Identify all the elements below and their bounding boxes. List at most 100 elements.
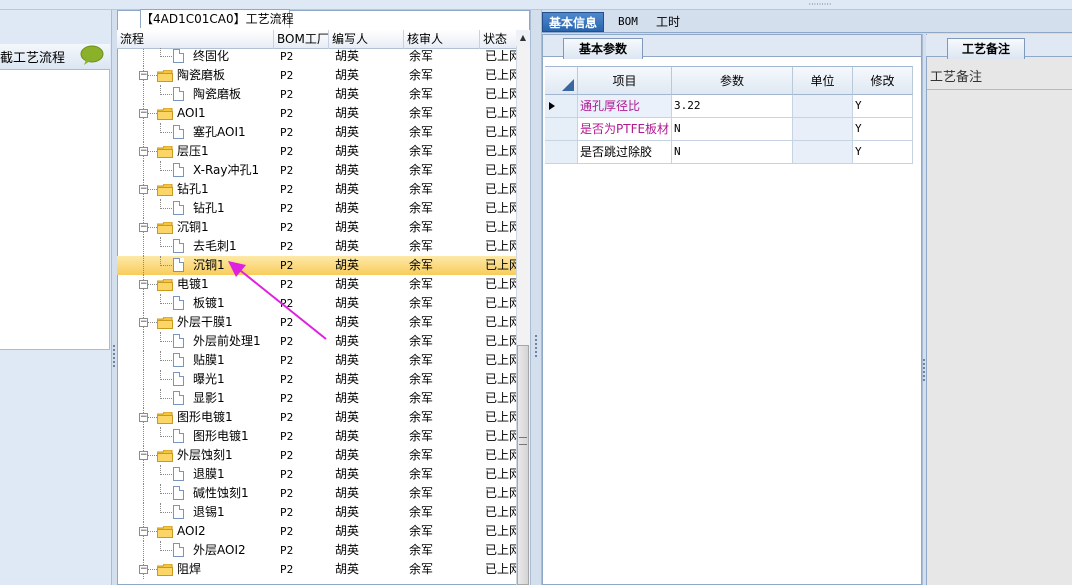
tree-node-step[interactable]: 显影1 P2 胡英 余军 已上网 [117,389,520,408]
collapse-icon[interactable]: − [139,565,148,574]
grid-header-unit[interactable]: 单位 [793,66,853,95]
collapse-icon[interactable]: − [139,318,148,327]
tree-guide-line [160,170,172,171]
tree-node-name-cell: 贴膜1 [117,351,274,370]
tree-node-label: 退膜1 [193,467,225,481]
cell-reviewer: 余军 [409,258,434,272]
tab-work-hours[interactable]: 工时 [650,12,686,32]
tree-node-step[interactable]: 贴膜1 P2 胡英 余军 已上网 [117,351,520,370]
cell-unit[interactable] [793,118,853,141]
tree-node-folder[interactable]: − 层压1 P2 胡英 余军 已上网 [117,142,520,161]
cell-value[interactable]: 3.22 [672,95,793,118]
folder-icon [157,222,173,234]
cell-bom: P2 [280,164,294,177]
cell-writer: 胡英 [335,353,360,367]
cell-item[interactable]: 是否为PTFE板材 [578,118,672,141]
column-header-reviewer[interactable]: 核审人 [404,30,480,49]
middle-splitter[interactable] [530,10,542,585]
notes-label: 工艺备注 [930,70,983,85]
tree-node-folder[interactable]: − 阻焊 P2 胡英 余军 已上网 [117,560,520,579]
tree-node-folder[interactable]: − 图形电镀1 P2 胡英 余军 已上网 [117,408,520,427]
column-header-status[interactable]: 状态 [480,30,520,49]
tree-node-step[interactable]: 钻孔1 P2 胡英 余军 已上网 [117,199,520,218]
collapse-icon[interactable]: − [139,527,148,536]
tab-bom[interactable]: BOM [612,12,644,32]
cell-item[interactable]: 是否跳过除胶 [578,141,672,164]
cell-bom: P2 [280,525,294,538]
cell-writer: 胡英 [335,125,360,139]
cell-value[interactable]: N [672,141,793,164]
tree-node-label: 图形电镀1 [177,410,233,424]
cell-writer: 胡英 [335,524,360,538]
folder-icon [157,146,173,158]
grid-header-value[interactable]: 参数 [672,66,793,95]
tree-node-step[interactable]: 陶瓷磨板 P2 胡英 余军 已上网 [117,85,520,104]
grid-header-item[interactable]: 项目 [578,66,672,95]
tree-node-name-cell: − 陶瓷磨板 [117,66,274,85]
cell-modify[interactable]: Y [853,95,913,118]
cell-reviewer: 余军 [409,410,434,424]
cell-status: 已上网 [485,277,520,291]
cell-writer: 胡英 [335,258,360,272]
collapse-icon[interactable]: − [139,109,148,118]
tab-basic-info[interactable]: 基本信息 [542,12,605,32]
grid-corner[interactable] [545,66,578,95]
collapse-icon[interactable]: − [139,223,148,232]
cell-reviewer: 余军 [409,125,434,139]
cell-unit[interactable] [793,95,853,118]
tree-node-step[interactable]: 退锡1 P2 胡英 余军 已上网 [117,503,520,522]
tree-node-folder[interactable]: − 沉铜1 P2 胡英 余军 已上网 [117,218,520,237]
tree-node-folder[interactable]: − 钻孔1 P2 胡英 余军 已上网 [117,180,520,199]
tree-node-step[interactable]: 图形电镀1 P2 胡英 余军 已上网 [117,427,520,446]
comment-icon[interactable] [80,45,104,65]
collapse-icon[interactable]: − [139,71,148,80]
grid-header-modify[interactable]: 修改 [853,66,913,95]
collapse-icon[interactable]: − [139,147,148,156]
cell-modify[interactable]: Y [853,141,913,164]
tree-guide-line [160,436,172,437]
tab-basic-params[interactable]: 基本参数 [563,38,643,59]
tab-process-notes[interactable]: 工艺备注 [947,38,1025,59]
splitter-grip-icon[interactable]: ········· [790,1,850,9]
document-icon [173,49,184,63]
cell-modify[interactable]: Y [853,118,913,141]
tree-node-name-cell: 去毛刺1 [117,237,274,256]
tree-node-step[interactable]: X-Ray冲孔1 P2 胡英 余军 已上网 [117,161,520,180]
collapse-icon[interactable]: − [139,280,148,289]
cell-status: 已上网 [485,144,520,158]
cell-item[interactable]: 通孔厚径比 [578,95,672,118]
sort-corner-icon [562,79,574,91]
tree-node-step[interactable]: 退膜1 P2 胡英 余军 已上网 [117,465,520,484]
cell-writer: 胡英 [335,486,360,500]
column-header-writer[interactable]: 编写人 [329,30,404,49]
tree-node-folder[interactable]: − 外层蚀刻1 P2 胡英 余军 已上网 [117,446,520,465]
cell-value[interactable]: N [672,118,793,141]
collapse-icon[interactable]: − [139,413,148,422]
tree-node-step[interactable]: 曝光1 P2 胡英 余军 已上网 [117,370,520,389]
tree-guide-line [160,56,172,57]
scroll-up-arrow-icon[interactable]: ▲ [516,30,530,46]
tree-scrollbar-thumb[interactable] [517,345,529,585]
tree-node-folder[interactable]: − AOI2 P2 胡英 余军 已上网 [117,522,520,541]
collapse-icon[interactable]: − [139,185,148,194]
tree-node-folder[interactable]: − 陶瓷磨板 P2 胡英 余军 已上网 [117,66,520,85]
tree-node-folder[interactable]: − AOI1 P2 胡英 余军 已上网 [117,104,520,123]
column-header-bom[interactable]: BOM工厂 [274,30,329,49]
tree-node-label: 钻孔1 [177,182,209,196]
cell-bom: P2 [280,202,294,215]
collapse-icon[interactable]: − [139,451,148,460]
column-header-process[interactable]: 流程 [117,30,274,49]
tree-node-step[interactable]: 终固化 P2 胡英 余军 已上网 [117,48,520,66]
tree-node-step[interactable]: 塞孔AOI1 P2 胡英 余军 已上网 [117,123,520,142]
tree-node-name-cell: 塞孔AOI1 [117,123,274,142]
cell-status: 已上网 [485,258,520,272]
cell-writer: 胡英 [335,562,360,576]
document-icon [173,239,184,253]
tree-node-step[interactable]: 外层AOI2 P2 胡英 余军 已上网 [117,541,520,560]
cell-bom: P2 [280,145,294,158]
tree-node-name-cell: − 外层蚀刻1 [117,446,274,465]
notes-panel [926,34,1072,585]
cell-unit[interactable] [793,141,853,164]
tree-node-step[interactable]: 去毛刺1 P2 胡英 余军 已上网 [117,237,520,256]
tree-node-step[interactable]: 碱性蚀刻1 P2 胡英 余军 已上网 [117,484,520,503]
